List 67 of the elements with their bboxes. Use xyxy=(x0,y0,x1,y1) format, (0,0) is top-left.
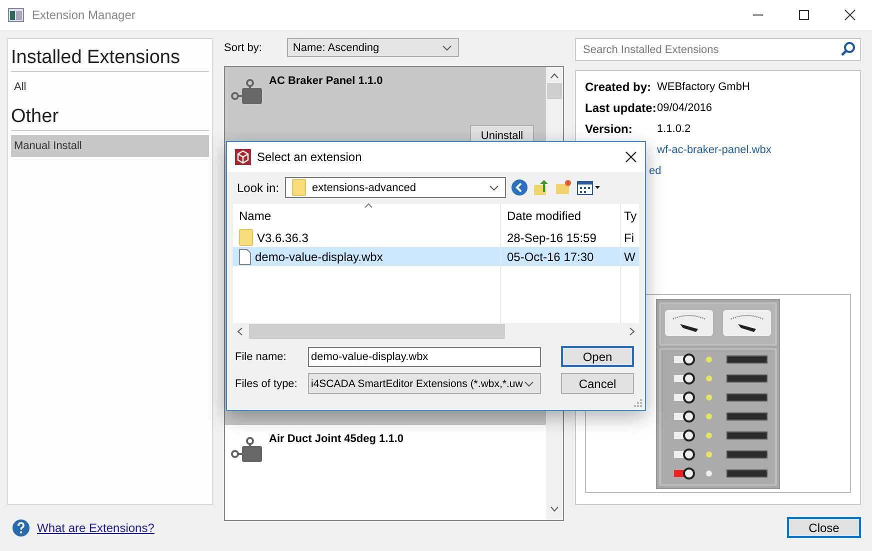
file-name: V3.6.36.3 xyxy=(257,230,308,244)
file-link[interactable]: wf-ac-braker-panel.wbx xyxy=(657,144,772,156)
resize-grip-icon[interactable] xyxy=(634,399,642,407)
scroll-thumb[interactable] xyxy=(249,324,505,339)
open-button[interactable]: Open xyxy=(561,346,634,367)
column-header[interactable]: Date modified xyxy=(501,204,621,228)
column-header[interactable]: Name xyxy=(233,204,501,228)
document-icon xyxy=(239,248,251,264)
sidebar-item[interactable]: Manual Install xyxy=(11,135,209,157)
chevron-icon xyxy=(489,184,500,190)
sort-label: Sort by: xyxy=(224,42,262,54)
scroll-right-icon[interactable] xyxy=(629,327,635,336)
file-type-dropdown[interactable]: i4SCADA SmartEditor Extensions (*.wbx,*.uw xyxy=(308,373,541,394)
file-name-label: File name: xyxy=(235,350,288,362)
close-icon[interactable] xyxy=(625,151,637,163)
extension-name: Air Duct Joint 45deg 1.1.0 xyxy=(269,433,404,445)
close-icon[interactable] xyxy=(844,9,856,21)
detail-label: Created by: xyxy=(585,80,652,94)
file-date: 05-Oct-16 17:30 xyxy=(507,250,594,264)
help-icon[interactable] xyxy=(12,518,30,536)
sort-icon xyxy=(364,203,373,208)
maximize-icon[interactable] xyxy=(798,9,810,21)
scroll-down-icon[interactable] xyxy=(550,506,559,512)
file-type: W xyxy=(624,250,636,264)
plugin-icon xyxy=(231,79,263,105)
new-folder-icon[interactable] xyxy=(555,179,572,196)
sort-dropdown[interactable]: Name: Ascending xyxy=(286,38,459,57)
chevron-icon xyxy=(524,380,534,386)
search-icon[interactable] xyxy=(840,41,856,57)
close-button[interactable]: Close xyxy=(787,517,861,538)
detail-label: Last update: xyxy=(585,101,657,115)
app-icon xyxy=(8,8,24,22)
scroll-thumb[interactable] xyxy=(547,83,562,99)
file-type-label: Files of type: xyxy=(235,378,298,390)
sidebar-item[interactable]: All xyxy=(11,76,209,98)
detail-value: WEBfactory GmbH xyxy=(657,81,750,93)
detail-value: 09/04/2016 xyxy=(657,102,712,114)
dialog-title: Select an extension xyxy=(257,150,362,164)
section-heading: Other xyxy=(11,102,209,131)
look-in-label: Look in: xyxy=(237,180,280,194)
back-icon[interactable] xyxy=(511,179,528,196)
search-field[interactable]: Search Installed Extensions xyxy=(575,38,861,61)
scroll-left-icon[interactable] xyxy=(237,327,243,336)
cancel-button[interactable]: Cancel xyxy=(561,373,634,394)
file-row[interactable]: demo-value-display.wbx 05-Oct-16 17:30 W xyxy=(233,247,639,266)
detail-value: 1.1.0.2 xyxy=(657,123,691,135)
scroll-up-icon[interactable] xyxy=(550,73,559,79)
extension-name: AC Braker Panel 1.1.0 xyxy=(269,75,383,87)
view-menu-icon[interactable] xyxy=(577,180,602,194)
folder-icon xyxy=(239,229,253,246)
plugin-icon xyxy=(231,437,263,463)
help-link[interactable]: What are Extensions? xyxy=(37,520,154,534)
up-folder-icon[interactable] xyxy=(533,179,550,196)
file-name-field[interactable]: demo-value-display.wbx xyxy=(308,346,541,366)
file-name: demo-value-display.wbx xyxy=(255,250,383,264)
folder-icon xyxy=(292,179,306,196)
file-type: Fi xyxy=(624,230,634,244)
link-fragment[interactable]: ed xyxy=(649,165,662,177)
detail-label: Version: xyxy=(585,122,634,136)
column-header[interactable]: Ty xyxy=(621,204,639,228)
file-date: 28-Sep-16 15:59 xyxy=(507,230,596,244)
section-heading: Installed Extensions xyxy=(11,43,209,72)
cube-icon xyxy=(235,149,251,165)
chevron-icon xyxy=(442,44,452,50)
window-title: Extension Manager xyxy=(32,8,136,22)
look-in-dropdown[interactable]: extensions-advanced xyxy=(285,177,506,198)
extension-item[interactable]: Air Duct Joint 45deg 1.1.0 xyxy=(225,425,546,520)
